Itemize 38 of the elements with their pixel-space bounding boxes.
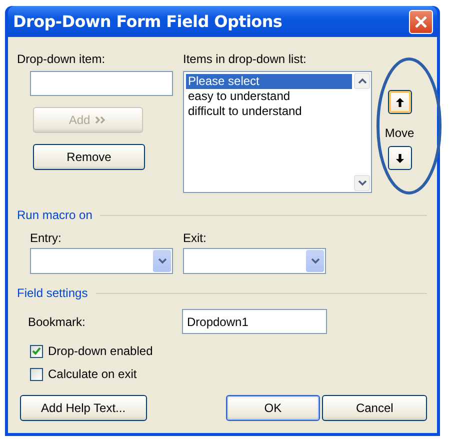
list-item[interactable]: difficult to understand (186, 104, 352, 119)
list-item[interactable]: easy to understand (186, 89, 352, 104)
dialog-button[interactable]: Cancel (322, 395, 427, 421)
close-icon (414, 14, 428, 28)
move-up-button[interactable] (388, 90, 412, 114)
group-title: Run macro on (17, 208, 92, 222)
window-title: Drop-Down Form Field Options (13, 12, 282, 31)
bookmark-label: Bookmark: (28, 314, 86, 328)
checkbox[interactable] (30, 368, 43, 380)
items-listbox[interactable]: Please select easy to understand difficult to understand (183, 71, 372, 193)
chevron-up-icon (358, 78, 366, 84)
chevron-down-icon (158, 258, 166, 264)
checkbox[interactable] (30, 344, 43, 358)
dropdown-field[interactable] (183, 248, 326, 274)
close-button[interactable] (409, 10, 433, 34)
list-label: Items in drop-down list: (183, 52, 308, 66)
group-title: Field settings (17, 286, 88, 300)
chevron-down-icon (310, 258, 320, 264)
combo-label: Entry: (30, 231, 62, 245)
list-item[interactable]: Please select (186, 74, 352, 89)
remove-button[interactable]: Remove (33, 144, 145, 170)
move-label: Move (384, 126, 414, 140)
input-field[interactable] (30, 71, 173, 96)
scroll-up-button[interactable] (354, 73, 370, 89)
checkbox-label: Calculate on exit (48, 367, 137, 381)
up-arrow-icon (396, 98, 404, 106)
field-label: Drop-down item: (17, 52, 106, 66)
down-arrow-icon (396, 154, 404, 162)
dialog-button[interactable]: Add Help Text... (20, 395, 147, 421)
bookmark-field[interactable]: Dropdown1 (182, 309, 327, 334)
dialog-button[interactable]: OK (226, 395, 320, 421)
chevron-down-icon (358, 180, 366, 186)
move-down-button[interactable] (388, 146, 412, 170)
combo-label: Exit: (183, 231, 208, 245)
dropdown-field[interactable] (30, 248, 173, 274)
checkbox-label: Drop-down enabled (48, 344, 153, 358)
scroll-down-button[interactable] (354, 175, 370, 191)
double-chevron-icon (95, 116, 108, 124)
